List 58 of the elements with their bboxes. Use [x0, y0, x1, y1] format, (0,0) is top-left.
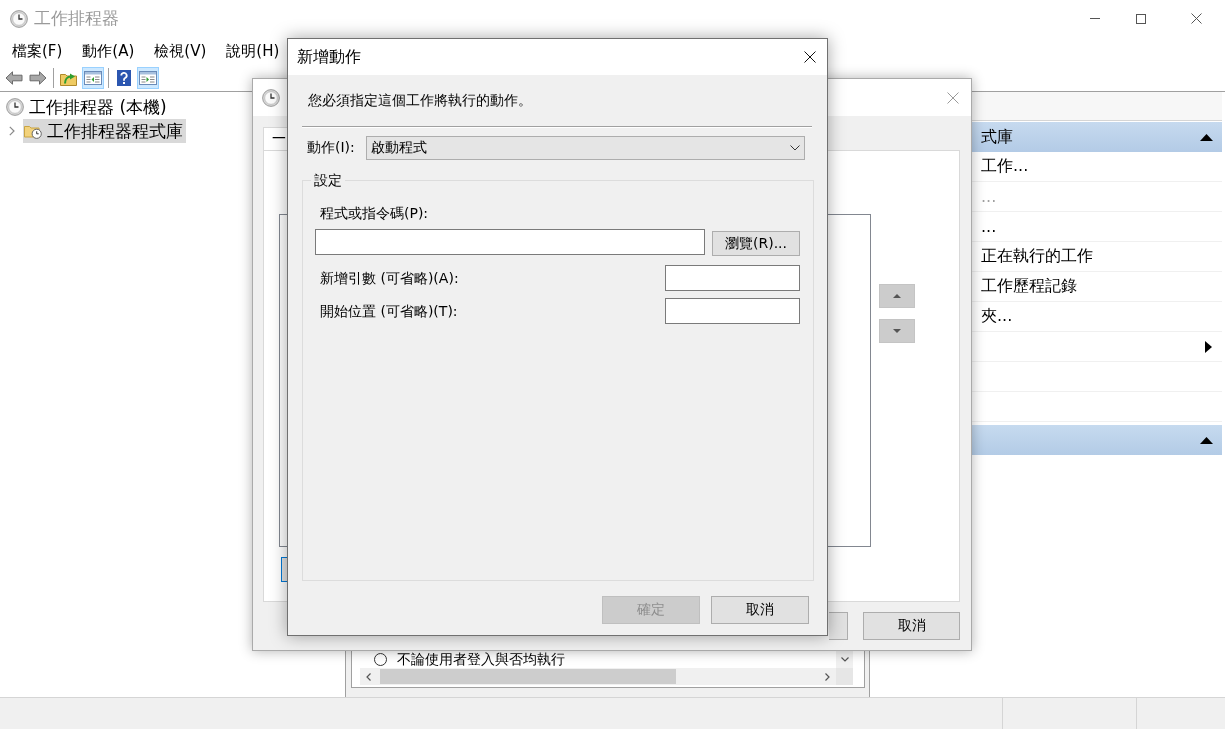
- forward-arrow-icon: [29, 70, 47, 85]
- action-item[interactable]: 夾...: [972, 302, 1222, 331]
- action-item[interactable]: 工作...: [972, 152, 1222, 181]
- close-icon: [947, 91, 959, 104]
- field-label: 新增引數 (可省略)(A):: [319, 269, 459, 287]
- scroll-down-icon: [840, 657, 849, 662]
- back-arrow-icon: [5, 70, 23, 85]
- menu-item[interactable]: 說明(H): [216, 38, 290, 63]
- dialog-title: 新增動作: [297, 46, 361, 68]
- move-down-button[interactable]: [879, 319, 915, 343]
- menu-item[interactable]: 檔案(F): [2, 38, 73, 63]
- menu-item[interactable]: 動作(A): [72, 38, 145, 63]
- pane-toggle-button[interactable]: [82, 66, 104, 89]
- scroll-right-icon: [825, 672, 830, 681]
- scroll-left-icon: [366, 672, 371, 681]
- input-field[interactable]: [315, 229, 705, 255]
- close-icon: [804, 51, 816, 63]
- section-header[interactable]: 式庫: [972, 122, 1222, 152]
- tree-item[interactable]: 工作排程器程式庫: [23, 119, 186, 143]
- clock-icon: [6, 98, 24, 116]
- input-field[interactable]: [665, 298, 800, 324]
- window-title: 工作排程器: [34, 7, 119, 30]
- scrollbar-thumb[interactable]: [380, 669, 676, 684]
- pane-toggle-button[interactable]: [137, 66, 159, 89]
- action-item[interactable]: ...: [972, 212, 1222, 241]
- up-triangle-icon: [893, 294, 901, 298]
- folder-clock-icon: [24, 123, 42, 139]
- field-label: 動作(I):: [306, 139, 356, 157]
- browse-button[interactable]: 瀏覽(R)...: [712, 231, 800, 256]
- field-label: 程式或指令碼(P):: [319, 204, 430, 222]
- maximize-icon: [1136, 13, 1146, 24]
- group-title: 設定: [313, 171, 343, 189]
- action-item[interactable]: 工作歷程記錄: [972, 272, 1222, 301]
- dialog-button[interactable]: [829, 612, 848, 640]
- clock-icon: [262, 88, 280, 107]
- action-dropdown[interactable]: 啟動程式: [366, 136, 805, 160]
- close-icon: [1190, 13, 1202, 24]
- action-item[interactable]: 正在執行的工作: [972, 242, 1222, 271]
- down-triangle-icon: [893, 329, 901, 333]
- dropdown-chevron-icon: [790, 145, 800, 151]
- input-field[interactable]: [665, 265, 800, 291]
- instruction-text: 您必須指定這個工作將執行的動作。: [308, 91, 533, 109]
- field-label: 開始位置 (可省略)(T):: [319, 302, 458, 320]
- chevron-icon[interactable]: [9, 126, 15, 136]
- minimize-icon: [1090, 18, 1100, 19]
- dialog-button[interactable]: 取消: [711, 596, 809, 624]
- submenu-arrow-icon: [1205, 340, 1212, 353]
- pane-icon: [84, 70, 102, 85]
- pane-icon: [139, 70, 157, 85]
- tree-item[interactable]: 工作排程器 (本機): [5, 95, 170, 119]
- horizontal-scrollbar[interactable]: [360, 668, 836, 685]
- clock-icon: [10, 9, 28, 28]
- menu-item[interactable]: 檢視(V): [144, 38, 217, 63]
- dialog-button[interactable]: 取消: [863, 612, 960, 640]
- move-up-button[interactable]: [879, 284, 915, 308]
- scrollbar-corner: [836, 668, 853, 685]
- help-icon: [117, 69, 131, 86]
- vertical-scrollbar[interactable]: [836, 651, 853, 668]
